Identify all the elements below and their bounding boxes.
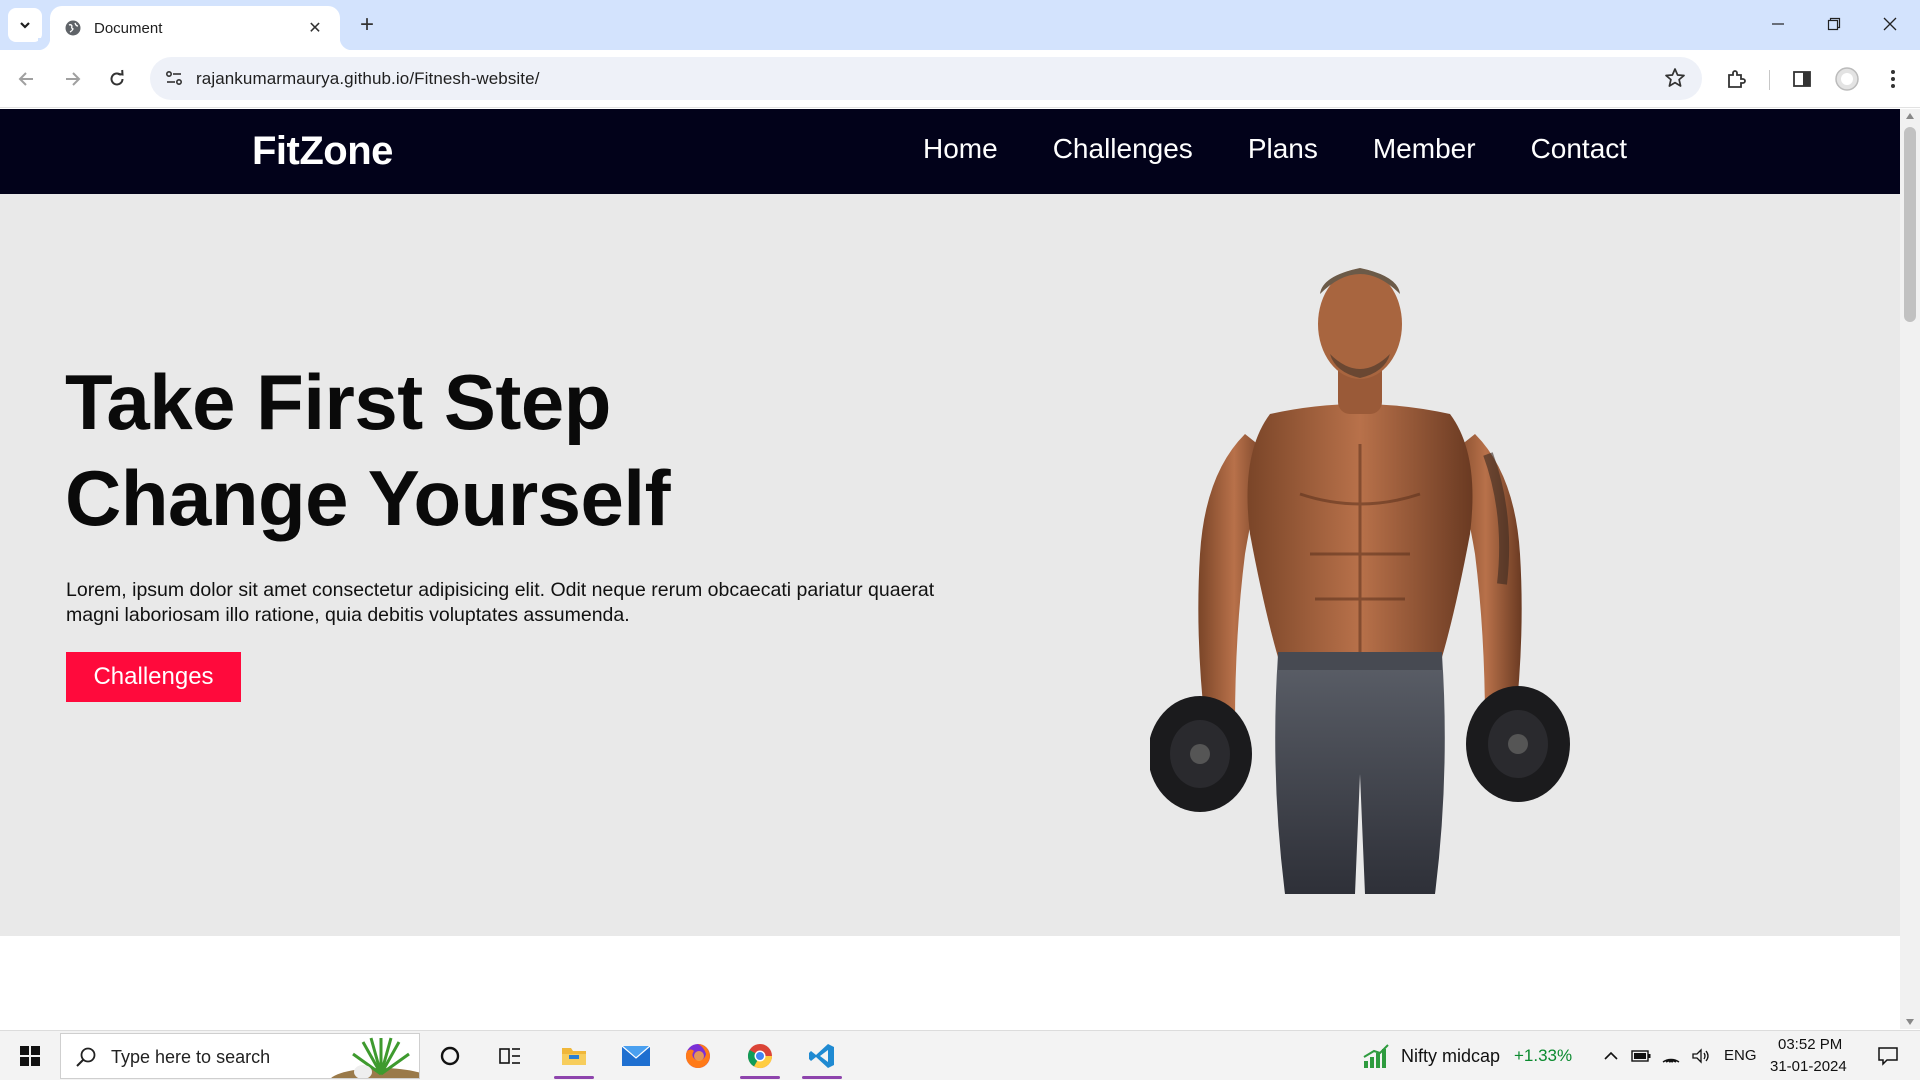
volume-control[interactable] xyxy=(1688,1031,1714,1080)
stock-name[interactable]: Nifty midcap xyxy=(1401,1046,1500,1067)
scrollbar-thumb[interactable] xyxy=(1904,127,1916,322)
task-view-icon xyxy=(499,1048,520,1064)
back-button[interactable] xyxy=(11,63,43,95)
active-app-indicator xyxy=(554,1076,594,1079)
page-scrollbar[interactable] xyxy=(1900,109,1920,1029)
site-info-icon[interactable] xyxy=(164,68,184,88)
reload-button[interactable] xyxy=(101,63,133,95)
task-view-button[interactable] xyxy=(486,1031,534,1080)
scroll-up-arrow-icon[interactable] xyxy=(1906,113,1914,119)
site-logo[interactable]: FitZone xyxy=(252,129,393,174)
hero-title-line-2: Change Yourself xyxy=(65,454,671,542)
cortana-icon xyxy=(440,1046,460,1066)
extensions-button[interactable] xyxy=(1720,63,1752,95)
tab-strip: Document ✕ + xyxy=(0,0,1920,50)
search-icon xyxy=(76,1047,96,1067)
site-menu: Home Challenges Plans Member Contact xyxy=(923,133,1627,165)
close-window-button[interactable] xyxy=(1862,0,1918,48)
hero-section: Take First Step Change Yourself Lorem, i… xyxy=(0,194,1900,936)
nav-link-plans[interactable]: Plans xyxy=(1248,133,1318,165)
page-viewport: FitZone Home Challenges Plans Member Con… xyxy=(0,109,1900,1029)
stock-widget-icon-wrap[interactable] xyxy=(1360,1031,1392,1080)
chevron-down-icon xyxy=(20,22,30,29)
nav-link-challenges[interactable]: Challenges xyxy=(1053,133,1193,165)
cortana-button[interactable] xyxy=(426,1031,474,1080)
chrome-icon xyxy=(747,1044,772,1069)
reload-icon xyxy=(110,69,124,86)
close-icon xyxy=(1883,17,1897,31)
taskbar-mail[interactable] xyxy=(610,1031,662,1080)
forward-button[interactable] xyxy=(56,63,88,95)
site-navbar: FitZone Home Challenges Plans Member Con… xyxy=(0,109,1900,194)
taskbar-chrome[interactable] xyxy=(734,1031,786,1080)
browser-tab[interactable]: Document ✕ xyxy=(38,6,352,50)
taskbar-firefox[interactable] xyxy=(672,1031,724,1080)
hero-title: Take First Step Change Yourself xyxy=(65,354,671,546)
side-panel-button[interactable] xyxy=(1786,63,1818,95)
minimize-button[interactable] xyxy=(1750,0,1806,48)
sidepanel-icon xyxy=(1793,71,1811,87)
toolbar-divider xyxy=(1769,70,1770,90)
browser-toolbar: rajankumarmaurya.github.io/Fitnesh-websi… xyxy=(0,50,1920,108)
start-button[interactable] xyxy=(8,1031,52,1080)
new-tab-button[interactable]: + xyxy=(352,10,382,40)
windows-icon xyxy=(20,1046,40,1066)
challenges-button[interactable]: Challenges xyxy=(66,652,241,702)
clock-date[interactable]: 31-01-2024 xyxy=(1770,1058,1847,1075)
file-explorer-icon xyxy=(562,1048,586,1065)
hero-title-line-1: Take First Step xyxy=(65,358,611,446)
chevron-up-icon xyxy=(1604,1051,1618,1060)
network-status[interactable] xyxy=(1658,1031,1684,1080)
stock-chart-icon xyxy=(1363,1044,1389,1068)
menu-icon xyxy=(1891,70,1895,88)
taskbar-file-explorer[interactable] xyxy=(548,1031,600,1080)
profile-icon xyxy=(1835,67,1859,91)
back-icon xyxy=(18,72,33,86)
browser-menu-button[interactable] xyxy=(1877,63,1909,95)
url-text[interactable]: rajankumarmaurya.github.io/Fitnesh-websi… xyxy=(196,69,540,89)
vscode-icon xyxy=(809,1044,834,1068)
volume-icon xyxy=(1692,1048,1709,1064)
clock-time[interactable]: 03:52 PM xyxy=(1778,1036,1842,1053)
nav-link-member[interactable]: Member xyxy=(1373,133,1476,165)
close-tab-icon[interactable]: ✕ xyxy=(304,18,326,38)
restore-icon xyxy=(1827,17,1841,31)
tab-title: Document xyxy=(94,19,163,37)
notifications-button[interactable] xyxy=(1866,1031,1910,1080)
globe-icon xyxy=(65,20,81,36)
taskbar-search-placeholder: Type here to search xyxy=(111,1047,271,1067)
stock-change[interactable]: +1.33% xyxy=(1514,1046,1572,1066)
taskbar-search-box[interactable]: Type here to search xyxy=(60,1033,420,1079)
scroll-down-arrow-icon[interactable] xyxy=(1906,1019,1914,1025)
mail-icon xyxy=(621,1045,651,1066)
forward-icon xyxy=(66,72,81,86)
nav-link-contact[interactable]: Contact xyxy=(1531,133,1628,165)
taskbar-vscode[interactable] xyxy=(796,1031,848,1080)
address-bar[interactable]: rajankumarmaurya.github.io/Fitnesh-websi… xyxy=(150,57,1702,100)
profile-button[interactable] xyxy=(1831,63,1863,95)
nav-link-home[interactable]: Home xyxy=(923,133,998,165)
active-app-indicator xyxy=(802,1076,842,1079)
wifi-icon xyxy=(1662,1058,1680,1063)
star-icon[interactable] xyxy=(1664,67,1686,89)
battery-icon xyxy=(1631,1050,1651,1062)
dumbbell-left xyxy=(1150,696,1252,812)
extensions-icon xyxy=(1728,70,1746,88)
battery-status[interactable] xyxy=(1628,1031,1654,1080)
active-app-indicator xyxy=(740,1076,780,1079)
taskbar: Type here to search Nifty midcap +1.33% … xyxy=(0,1030,1920,1080)
hero-description: Lorem, ipsum dolor sit amet consectetur … xyxy=(66,579,935,626)
dumbbell-right xyxy=(1466,686,1570,802)
search-highlight-illustration-icon xyxy=(331,1037,419,1078)
restore-button[interactable] xyxy=(1806,0,1862,48)
fitness-model-image xyxy=(1150,268,1570,894)
minimize-icon xyxy=(1772,23,1784,25)
language-indicator[interactable]: ENG xyxy=(1724,1047,1757,1064)
firefox-icon xyxy=(685,1044,710,1068)
notification-icon xyxy=(1878,1047,1898,1066)
show-hidden-icons-button[interactable] xyxy=(1598,1031,1624,1080)
tab-search-button[interactable] xyxy=(8,8,42,42)
